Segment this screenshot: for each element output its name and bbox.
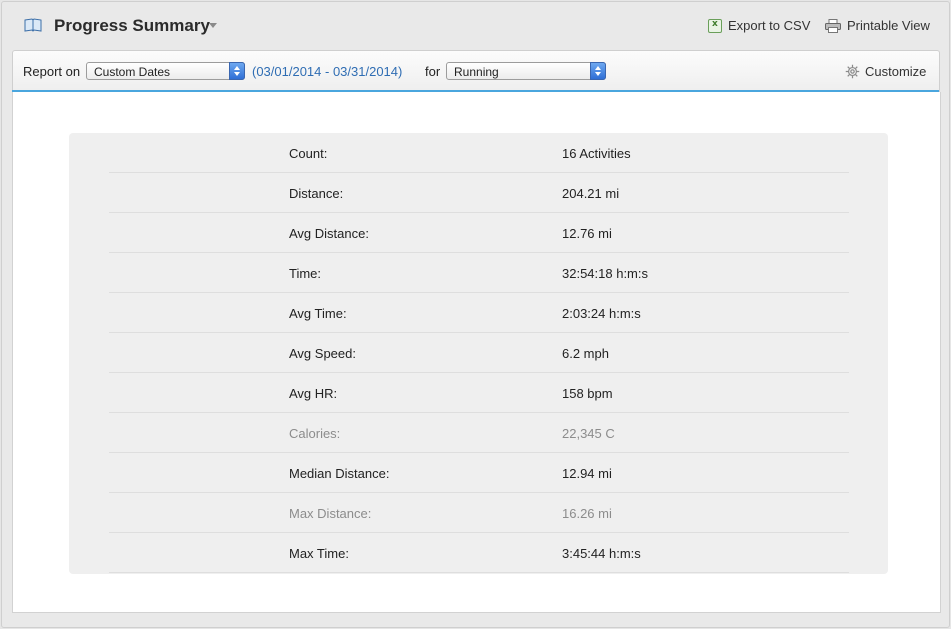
select-arrows-icon xyxy=(590,62,606,80)
page-header: Progress Summary Export to CSV Printable… xyxy=(0,0,949,50)
summary-row-time: Time: 32:54:18 h:m:s xyxy=(109,253,849,293)
row-value: 12.94 mi xyxy=(562,466,612,481)
report-on-label: Report on xyxy=(23,64,81,79)
row-label: Avg Time: xyxy=(289,306,347,321)
export-csv-label: Export to CSV xyxy=(728,18,811,33)
row-label: Median Distance: xyxy=(289,466,390,481)
csv-file-icon xyxy=(708,18,722,33)
row-label: Avg HR: xyxy=(289,386,338,401)
summary-row-avg-distance: Avg Distance: 12.76 mi xyxy=(109,213,849,253)
export-csv-button[interactable]: Export to CSV xyxy=(708,18,810,33)
summary-row-max-distance: Max Distance: 16.26 mi xyxy=(109,493,849,533)
content-panel: Count: 16 Activities Distance: 204.21 mi… xyxy=(12,92,941,613)
row-label: Count: xyxy=(289,146,328,161)
customize-button[interactable]: Customize xyxy=(845,64,926,79)
report-toolbar: Report on Custom Dates (03/01/2014 - 03/… xyxy=(12,50,940,92)
row-value: 16.26 mi xyxy=(562,506,612,521)
row-value: 204.21 mi xyxy=(562,186,620,201)
date-range-select-value: Custom Dates xyxy=(94,65,171,79)
date-range-select[interactable]: Custom Dates xyxy=(86,62,245,80)
customize-label: Customize xyxy=(865,64,927,79)
row-label: Avg Distance: xyxy=(289,226,369,241)
row-value: 22,345 C xyxy=(562,426,615,441)
row-value: 12.76 mi xyxy=(562,226,612,241)
printable-view-label: Printable View xyxy=(847,18,930,33)
row-value: 3:45:44 h:m:s xyxy=(562,546,641,561)
summary-row-median-distance: Median Distance: 12.94 mi xyxy=(109,453,849,493)
summary-row-avg-hr: Avg HR: 158 bpm xyxy=(109,373,849,413)
row-value: 32:54:18 h:m:s xyxy=(562,266,648,281)
sport-select[interactable]: Running xyxy=(446,62,606,80)
summary-row-distance: Distance: 204.21 mi xyxy=(109,173,849,213)
row-label: Distance: xyxy=(289,186,344,201)
select-arrows-icon xyxy=(229,62,245,80)
gear-icon xyxy=(845,64,860,79)
sport-select-value: Running xyxy=(454,65,499,79)
printable-view-button[interactable]: Printable View xyxy=(825,18,930,33)
page-title: Progress Summary xyxy=(54,16,210,35)
row-label: Max Distance: xyxy=(289,506,372,521)
printer-icon xyxy=(825,18,841,33)
summary-row-calories: Calories: 22,345 C xyxy=(109,413,849,453)
summary-row-max-time: Max Time: 3:45:44 h:m:s xyxy=(109,533,849,573)
summary-row-avg-time: Avg Time: 2:03:24 h:m:s xyxy=(109,293,849,333)
row-label: Avg Speed: xyxy=(289,346,356,361)
summary-row-count: Count: 16 Activities xyxy=(109,133,849,173)
summary-table: Count: 16 Activities Distance: 204.21 mi… xyxy=(69,133,888,574)
date-range-link[interactable]: (03/01/2014 - 03/31/2014) xyxy=(252,64,402,79)
book-icon xyxy=(24,18,42,32)
row-value: 16 Activities xyxy=(562,146,631,161)
row-label: Time: xyxy=(289,266,322,281)
row-value: 2:03:24 h:m:s xyxy=(562,306,641,321)
row-label: Calories: xyxy=(289,426,341,441)
row-value: 6.2 mph xyxy=(562,346,609,361)
row-value: 158 bpm xyxy=(562,386,613,401)
for-label: for xyxy=(425,64,441,79)
row-label: Max Time: xyxy=(289,546,349,561)
title-dropdown-caret-icon[interactable] xyxy=(209,23,217,28)
summary-row-avg-speed: Avg Speed: 6.2 mph xyxy=(109,333,849,373)
